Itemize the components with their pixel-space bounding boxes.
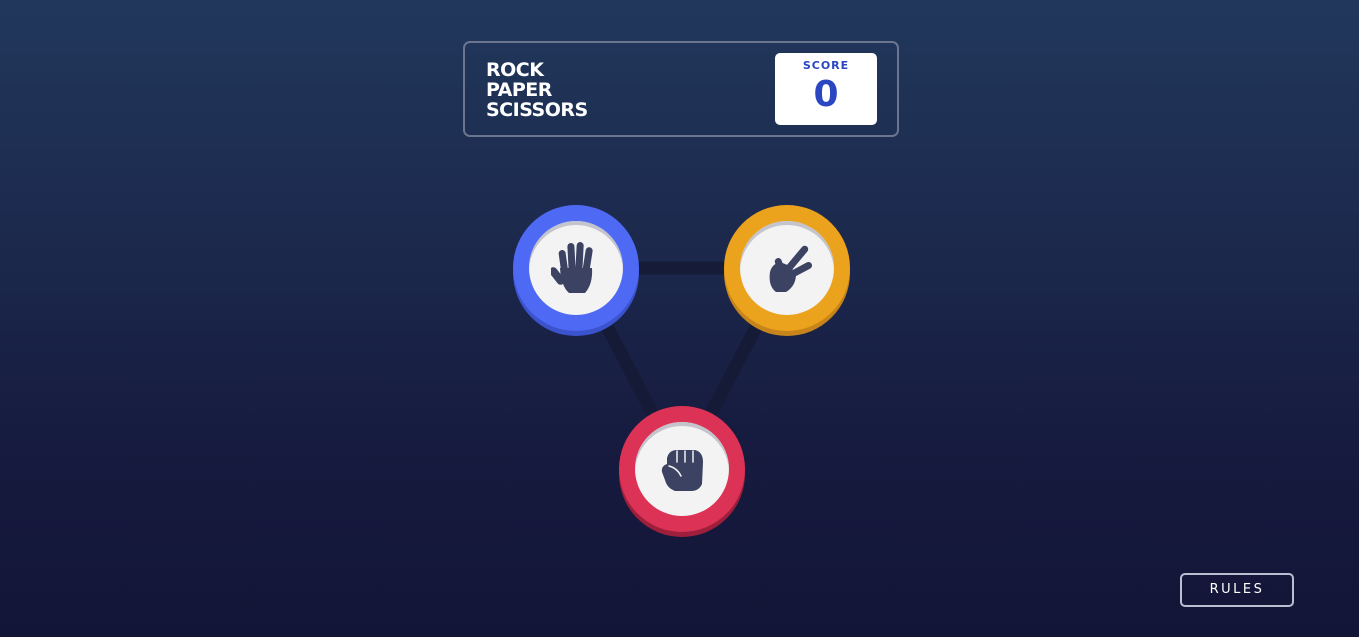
scissors-button[interactable] [724,205,850,331]
rock-button[interactable] [619,406,745,532]
rock-fist-icon [661,450,703,491]
rock-token-inner [635,422,729,516]
rules-button[interactable]: RULES [1180,573,1294,607]
paper-button[interactable] [513,205,639,331]
paper-hand-icon [551,242,593,293]
scissors-hand-icon [769,245,812,292]
paper-token-inner [529,221,623,315]
scissors-token-inner [740,221,834,315]
triangle-connector [570,261,793,473]
